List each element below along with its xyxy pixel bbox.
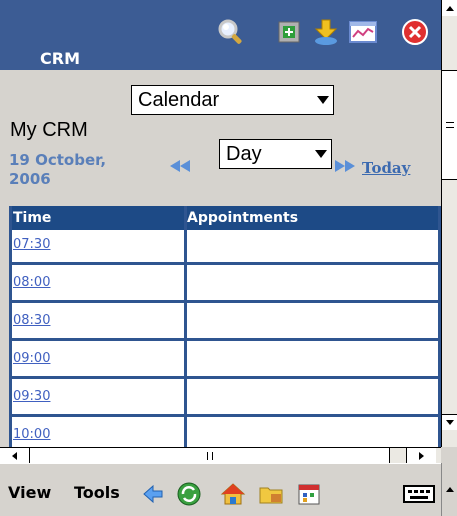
column-header-time: Time bbox=[13, 210, 52, 226]
time-slot-link[interactable]: 08:00 bbox=[13, 275, 50, 290]
column-divider bbox=[184, 206, 187, 447]
time-slot-link[interactable]: 09:00 bbox=[13, 351, 50, 366]
appointments-table: Time Appointments 07:30 08:00 08:30 09:0… bbox=[9, 206, 441, 447]
table-row: 08:00 bbox=[12, 268, 441, 303]
table-row: 09:00 bbox=[12, 344, 441, 379]
fast-forward-icon bbox=[335, 160, 355, 172]
time-slot-link[interactable]: 10:00 bbox=[13, 427, 50, 442]
table-row: 10:00 bbox=[12, 420, 441, 447]
sync-icon[interactable] bbox=[176, 481, 202, 507]
new-record-icon[interactable] bbox=[273, 16, 305, 48]
arrow-right-icon bbox=[419, 451, 424, 460]
view-dropdown[interactable]: Calendar bbox=[131, 85, 334, 115]
vertical-scrollbar[interactable] bbox=[441, 0, 457, 447]
time-slot-link[interactable]: 09:30 bbox=[13, 389, 50, 404]
today-link[interactable]: Today bbox=[362, 159, 410, 177]
view-menu[interactable]: View bbox=[8, 483, 51, 503]
folder-icon[interactable] bbox=[258, 481, 284, 507]
arrow-left-icon bbox=[12, 451, 17, 460]
grip-icon bbox=[206, 451, 213, 460]
app-header: CRM bbox=[0, 0, 441, 70]
scrollbar-corner bbox=[441, 447, 457, 463]
keyboard-icon[interactable] bbox=[402, 483, 436, 505]
my-crm-label: My CRM bbox=[10, 119, 88, 141]
previous-period-button[interactable] bbox=[170, 160, 190, 172]
arrow-up-icon bbox=[446, 5, 454, 11]
rewind-icon bbox=[170, 160, 190, 172]
next-period-button[interactable] bbox=[335, 160, 355, 172]
close-icon[interactable] bbox=[399, 16, 431, 48]
scroll-up-button[interactable] bbox=[442, 0, 457, 16]
horizontal-scrollbar[interactable] bbox=[0, 447, 441, 463]
main-content: CRM My CRM Calendar 19 October, 2006 Day… bbox=[0, 0, 441, 447]
table-row: 08:30 bbox=[12, 306, 441, 341]
column-header-appointments: Appointments bbox=[187, 210, 299, 226]
time-slot-link[interactable]: 07:30 bbox=[13, 237, 50, 252]
period-dropdown-value: Day bbox=[226, 143, 262, 165]
table-header: Time Appointments bbox=[12, 206, 441, 230]
table-row: 07:30 bbox=[12, 230, 441, 265]
scroll-left-button[interactable] bbox=[0, 448, 30, 463]
download-icon[interactable] bbox=[310, 16, 342, 48]
current-date: 19 October, 2006 bbox=[9, 151, 107, 188]
search-icon[interactable] bbox=[215, 16, 247, 48]
table-row: 09:30 bbox=[12, 382, 441, 417]
grip-icon bbox=[446, 122, 454, 128]
time-slot-link[interactable]: 08:30 bbox=[13, 313, 50, 328]
calendar-icon[interactable] bbox=[296, 481, 322, 507]
horizontal-scroll-thumb[interactable] bbox=[30, 448, 390, 463]
tools-menu[interactable]: Tools bbox=[74, 483, 120, 503]
view-dropdown-value: Calendar bbox=[138, 89, 220, 111]
app-title: CRM bbox=[40, 49, 80, 68]
home-icon[interactable] bbox=[220, 481, 246, 507]
chart-icon[interactable] bbox=[347, 16, 379, 48]
arrow-down-icon bbox=[446, 420, 454, 425]
scroll-down-button[interactable] bbox=[442, 414, 457, 430]
chevron-down-icon bbox=[317, 96, 329, 104]
scroll-right-button[interactable] bbox=[406, 448, 436, 463]
chevron-down-icon bbox=[315, 150, 327, 158]
menu-bar: View Tools bbox=[0, 463, 457, 516]
input-panel-toggle[interactable] bbox=[441, 463, 457, 516]
period-dropdown[interactable]: Day bbox=[219, 139, 332, 169]
vertical-scroll-thumb[interactable] bbox=[442, 70, 457, 180]
back-arrow-icon[interactable] bbox=[140, 481, 166, 507]
arrow-up-icon bbox=[445, 487, 454, 492]
